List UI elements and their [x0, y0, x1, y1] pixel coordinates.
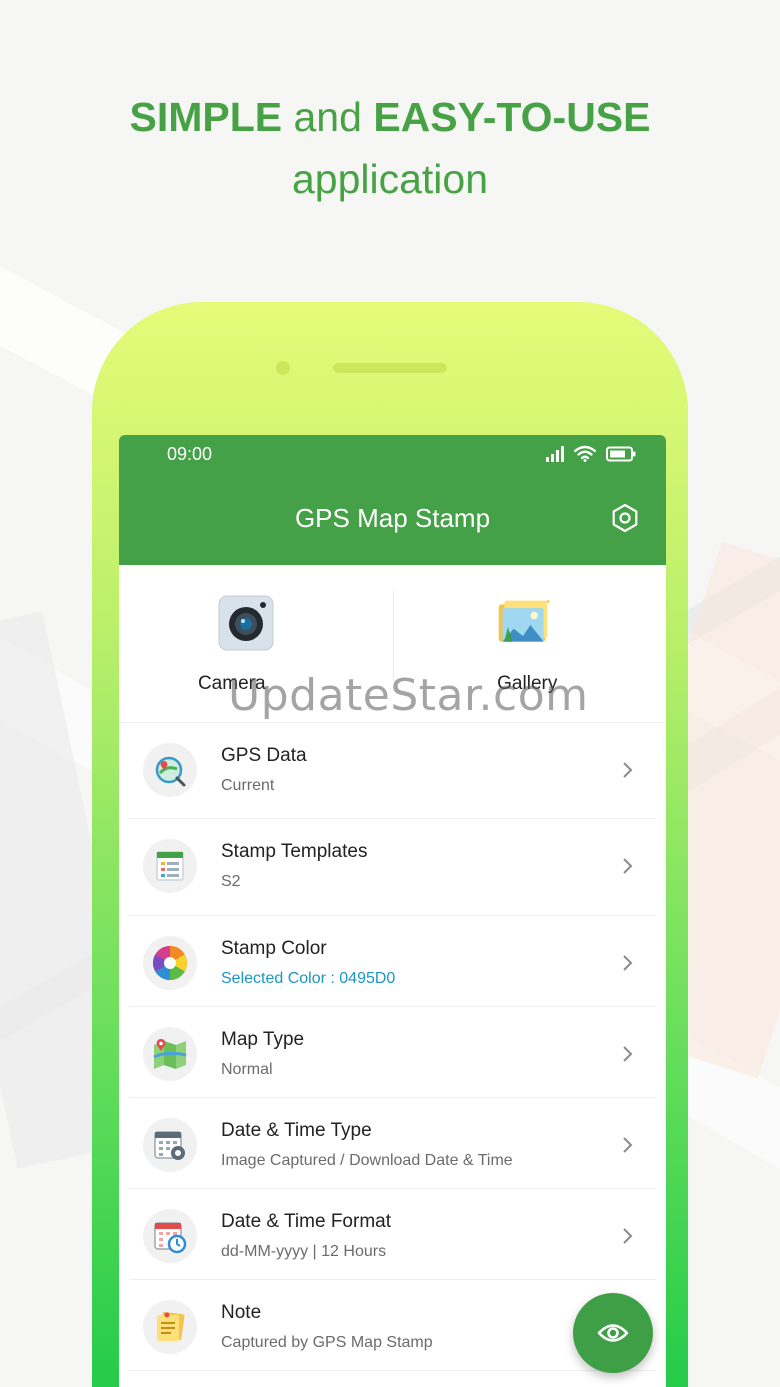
setting-title: Stamp Templates	[221, 841, 368, 862]
setting-subtitle: Image Captured / Download Date & Time	[221, 1152, 513, 1169]
setting-subtitle: S2	[221, 873, 241, 890]
wifi-icon	[574, 445, 596, 462]
setting-title: Date & Time Format	[221, 1211, 391, 1232]
app-title: GPS Map Stamp	[294, 503, 491, 533]
setting-date-time-type[interactable]: Date & Time Type Image Captured / Downlo…	[129, 1098, 656, 1189]
status-icons	[546, 445, 636, 462]
setting-title: Map Type	[221, 1029, 305, 1050]
setting-gps-data[interactable]: GPS Data Current	[129, 723, 656, 819]
status-time: 09:00	[167, 444, 213, 464]
eye-icon	[597, 1324, 629, 1342]
note-icon	[157, 1311, 185, 1341]
setting-map-type[interactable]: Map Type Normal	[129, 1007, 656, 1098]
setting-title: Date & Time Type	[221, 1120, 372, 1141]
template-icon	[156, 851, 184, 881]
setting-title: GPS Data	[221, 745, 307, 766]
battery-icon	[606, 446, 636, 462]
calendar-clock-icon	[154, 1222, 187, 1254]
setting-date-time-format[interactable]: Date & Time Format dd-MM-yyyy | 12 Hours	[129, 1189, 656, 1280]
setting-title: Note	[221, 1302, 262, 1323]
setting-stamp-color[interactable]: Stamp Color Selected Color : 0495D0	[129, 916, 656, 1007]
chevron-right-icon	[623, 1137, 633, 1153]
chevron-right-icon	[623, 762, 633, 778]
signal-icon	[546, 446, 564, 462]
gear-icon[interactable]	[610, 503, 640, 533]
headline: SIMPLE and EASY-TO-USE application	[129, 94, 651, 202]
gallery-icon	[498, 600, 550, 642]
setting-subtitle: Normal	[221, 1061, 273, 1078]
setting-subtitle: Selected Color : 0495D0	[221, 970, 396, 987]
speaker-grille	[333, 363, 447, 373]
app-bar: 09:00 GPS Map Stamp	[119, 435, 666, 565]
chevron-right-icon	[623, 858, 633, 874]
chevron-right-icon	[623, 1046, 633, 1062]
preview-fab-button[interactable]	[573, 1293, 653, 1373]
setting-title: Stamp Color	[221, 938, 327, 959]
setting-subtitle: dd-MM-yyyy | 12 Hours	[221, 1243, 387, 1260]
chevron-right-icon	[623, 1228, 633, 1244]
color-wheel-icon	[153, 946, 187, 980]
chevron-right-icon	[623, 955, 633, 971]
setting-stamp-templates[interactable]: Stamp Templates S2	[129, 819, 656, 916]
setting-subtitle: Current	[221, 777, 275, 794]
front-camera	[276, 361, 290, 375]
settings-list: GPS Data Current Stamp Templates S2 Stam…	[119, 723, 666, 1371]
app-screen: 09:00 GPS Map Stamp Camera Gallery GPS D…	[119, 435, 666, 1387]
watermark: UpdateStar.com	[228, 670, 589, 721]
map-icon	[153, 1039, 187, 1069]
camera-icon	[218, 595, 274, 651]
calendar-gear-icon	[154, 1131, 185, 1160]
gps-data-icon	[155, 756, 186, 787]
setting-subtitle: Captured by GPS Map Stamp	[221, 1334, 433, 1351]
